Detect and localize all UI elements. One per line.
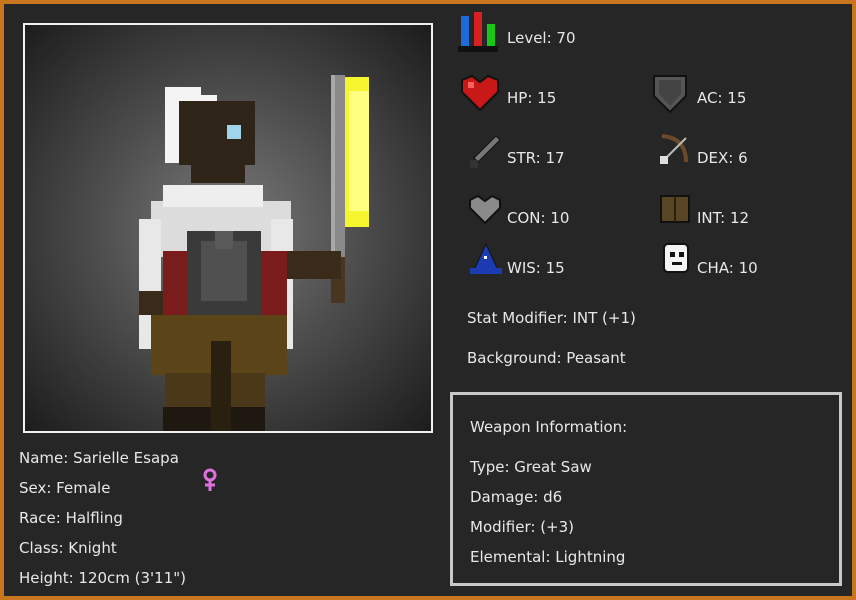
character-sheet-panel: Level: 70 HP: 15 AC: 15 STR: 17 DEX: 6 C… bbox=[0, 0, 856, 600]
hp-label: HP: 15 bbox=[507, 89, 557, 107]
con-label: CON: 10 bbox=[507, 209, 570, 227]
str-label: STR: 17 bbox=[507, 149, 565, 167]
sword-icon bbox=[470, 135, 501, 168]
race-label: Race: Halfling bbox=[19, 509, 123, 527]
dex-label: DEX: 6 bbox=[697, 149, 748, 167]
wizard-hat-icon bbox=[470, 242, 502, 274]
female-symbol-icon bbox=[203, 468, 217, 491]
character-sprite bbox=[139, 75, 369, 431]
weapon-damage: Damage: d6 bbox=[470, 488, 563, 506]
wis-label: WIS: 15 bbox=[507, 259, 565, 277]
bow-icon bbox=[660, 134, 688, 164]
ac-label: AC: 15 bbox=[697, 89, 747, 107]
character-portrait bbox=[23, 23, 433, 433]
book-icon bbox=[660, 195, 690, 223]
grey-heart-icon bbox=[469, 194, 501, 225]
cha-label: CHA: 10 bbox=[697, 259, 758, 277]
name-label: Name: Sarielle Esapa bbox=[19, 449, 179, 467]
weapon-header: Weapon Information: bbox=[470, 418, 628, 436]
class-label: Class: Knight bbox=[19, 539, 117, 557]
level-label: Level: 70 bbox=[507, 29, 576, 47]
background-label: Background: Peasant bbox=[467, 349, 626, 367]
mask-icon bbox=[663, 243, 689, 273]
shield-icon bbox=[653, 75, 687, 114]
stat-modifier-label: Stat Modifier: INT (+1) bbox=[467, 309, 636, 327]
level-bars-icon bbox=[458, 12, 498, 52]
weapon-elemental: Elemental: Lightning bbox=[470, 548, 626, 566]
weapon-modifier: Modifier: (+3) bbox=[470, 518, 575, 536]
weapon-info-box: Weapon Information: Type: Great Saw Dama… bbox=[450, 392, 842, 586]
int-label: INT: 12 bbox=[697, 209, 750, 227]
heart-icon bbox=[461, 74, 499, 112]
sex-label: Sex: Female bbox=[19, 479, 111, 497]
height-label: Height: 120cm (3'11") bbox=[19, 569, 187, 587]
weapon-type: Type: Great Saw bbox=[470, 458, 592, 476]
